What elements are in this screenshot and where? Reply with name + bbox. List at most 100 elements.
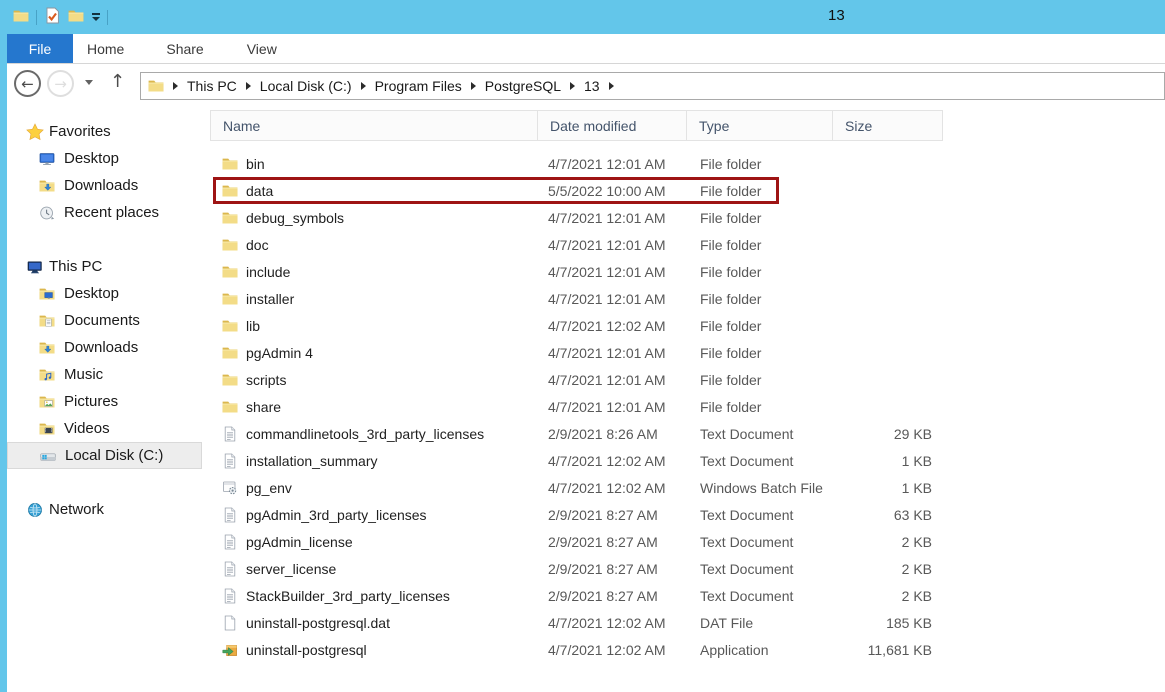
sidebar-item-pictures[interactable]: Pictures xyxy=(7,388,202,415)
cell-name: commandlinetools_3rd_party_licenses xyxy=(203,426,538,442)
tab-home[interactable]: Home xyxy=(87,34,124,63)
application-icon xyxy=(222,642,238,658)
table-row[interactable]: uninstall-postgresql.dat4/7/2021 12:02 A… xyxy=(203,609,1165,636)
cell-date-modified: 4/7/2021 12:01 AM xyxy=(538,156,687,172)
table-row[interactable]: include4/7/2021 12:01 AMFile folder xyxy=(203,258,1165,285)
sidebar-group-favorites[interactable]: Favorites xyxy=(7,118,202,145)
sidebar-item-label: Videos xyxy=(64,420,110,437)
sidebar-item-music[interactable]: Music xyxy=(7,361,202,388)
tab-file[interactable]: File xyxy=(7,34,73,63)
sidebar-item-desktop[interactable]: Desktop xyxy=(7,145,202,172)
cell-date-modified: 2/9/2021 8:27 AM xyxy=(538,561,687,577)
breadcrumb-separator-icon[interactable] xyxy=(471,82,476,90)
new-folder-button[interactable] xyxy=(64,3,88,31)
file-name: debug_symbols xyxy=(246,210,344,226)
folder-icon xyxy=(222,210,238,226)
cell-date-modified: 2/9/2021 8:27 AM xyxy=(538,534,687,550)
explorer-window: 13 File Home Share View ← → ↑ This PC Loc… xyxy=(0,0,1165,692)
breadcrumb-segment[interactable]: This PC xyxy=(187,78,237,94)
table-row[interactable]: scripts4/7/2021 12:01 AMFile folder xyxy=(203,366,1165,393)
breadcrumb-separator-icon[interactable] xyxy=(173,82,178,90)
qat-customize-button[interactable] xyxy=(88,3,104,31)
forward-button[interactable]: → xyxy=(47,70,74,97)
table-row[interactable]: installer4/7/2021 12:01 AMFile folder xyxy=(203,285,1165,312)
cell-date-modified: 4/7/2021 12:02 AM xyxy=(538,453,687,469)
cell-name: pgAdmin_3rd_party_licenses xyxy=(203,507,538,523)
cell-date-modified: 2/9/2021 8:27 AM xyxy=(538,588,687,604)
sidebar-item-label: Downloads xyxy=(64,339,138,356)
table-row[interactable]: doc4/7/2021 12:01 AMFile folder xyxy=(203,231,1165,258)
up-button[interactable]: ↑ xyxy=(110,71,125,92)
breadcrumb-segment[interactable]: 13 xyxy=(584,78,600,94)
folder-videos-icon xyxy=(37,420,56,438)
file-name: include xyxy=(246,264,290,280)
back-button[interactable]: ← xyxy=(14,70,41,97)
table-row[interactable]: pgAdmin_3rd_party_licenses2/9/2021 8:27 … xyxy=(203,501,1165,528)
cell-type: File folder xyxy=(687,210,833,226)
table-row[interactable]: pgAdmin 44/7/2021 12:01 AMFile folder xyxy=(203,339,1165,366)
chevron-down-icon xyxy=(92,17,100,21)
cell-type: File folder xyxy=(687,345,833,361)
sidebar-item-desktop[interactable]: Desktop xyxy=(7,280,202,307)
breadcrumb-separator-icon[interactable] xyxy=(361,82,366,90)
cell-type: Text Document xyxy=(687,507,833,523)
folder-icon xyxy=(222,345,238,361)
table-row[interactable]: debug_symbols4/7/2021 12:01 AMFile folde… xyxy=(203,204,1165,231)
breadcrumb-segment[interactable]: PostgreSQL xyxy=(485,78,561,94)
desktop-icon xyxy=(37,150,56,168)
sidebar-item-downloads[interactable]: Downloads xyxy=(7,334,202,361)
cell-size: 1 KB xyxy=(833,453,932,469)
cell-type: Application xyxy=(687,642,833,658)
sidebar-item-downloads[interactable]: Downloads xyxy=(7,172,202,199)
quick-access-toolbar xyxy=(9,0,111,34)
folder-download-icon xyxy=(37,177,56,195)
tab-view[interactable]: View xyxy=(247,34,277,63)
folder-desktop-icon xyxy=(37,285,56,303)
folder-icon xyxy=(222,156,238,172)
table-row[interactable]: commandlinetools_3rd_party_licenses2/9/2… xyxy=(203,420,1165,447)
table-row[interactable]: share4/7/2021 12:01 AMFile folder xyxy=(203,393,1165,420)
sidebar-item-documents[interactable]: Documents xyxy=(7,307,202,334)
sidebar-item-local-disk-c-[interactable]: Local Disk (C:) xyxy=(7,442,202,469)
table-row[interactable]: StackBuilder_3rd_party_licenses 2/9/2021 … xyxy=(203,582,1165,609)
table-row[interactable]: installation_summary4/7/2021 12:02 AMTex… xyxy=(203,447,1165,474)
titlebar: 13 xyxy=(0,0,1165,34)
table-row[interactable]: pg_env4/7/2021 12:02 AMWindows Batch Fil… xyxy=(203,474,1165,501)
table-row[interactable]: server_license2/9/2021 8:27 AMText Docum… xyxy=(203,555,1165,582)
ribbon-tab-row: File Home Share View xyxy=(7,34,1165,64)
recent-locations-caret-icon[interactable] xyxy=(85,80,93,85)
folder-icon xyxy=(222,291,238,307)
breadcrumb-segment[interactable]: Local Disk (C:) xyxy=(260,78,352,94)
breadcrumb-segment[interactable]: Program Files xyxy=(375,78,462,94)
cell-size: 2 KB xyxy=(833,588,932,604)
table-row[interactable]: uninstall-postgresql4/7/2021 12:02 AMApp… xyxy=(203,636,1165,663)
column-header-type[interactable]: Type xyxy=(687,111,833,140)
sidebar-group-network[interactable]: Network xyxy=(7,496,202,523)
column-header-name[interactable]: Name xyxy=(211,111,538,140)
explorer-button[interactable] xyxy=(9,3,33,31)
file-name: lib xyxy=(246,318,260,334)
folder-icon xyxy=(222,318,238,334)
sidebar-item-videos[interactable]: Videos xyxy=(7,415,202,442)
sidebar-spacer xyxy=(7,469,202,496)
tab-share[interactable]: Share xyxy=(166,34,203,63)
cell-type: File folder xyxy=(687,399,833,415)
drive-icon xyxy=(38,447,57,465)
computer-icon xyxy=(25,258,44,276)
cell-size: 2 KB xyxy=(833,534,932,550)
file-name: StackBuilder_3rd_party_licenses xyxy=(246,588,450,604)
column-header-size[interactable]: Size xyxy=(833,111,942,140)
sidebar-item-recent-places[interactable]: Recent places xyxy=(7,199,202,226)
breadcrumb-separator-icon[interactable] xyxy=(609,82,614,90)
address-bar[interactable]: This PC Local Disk (C:) Program Files Postg… xyxy=(140,72,1165,100)
table-row[interactable]: pgAdmin_license2/9/2021 8:27 AMText Docu… xyxy=(203,528,1165,555)
breadcrumb-separator-icon[interactable] xyxy=(570,82,575,90)
column-header-date-modified[interactable]: Date modified xyxy=(538,111,687,140)
breadcrumb-separator-icon[interactable] xyxy=(246,82,251,90)
sidebar-item-label: Documents xyxy=(64,312,140,329)
table-row[interactable]: bin4/7/2021 12:01 AMFile folder xyxy=(203,150,1165,177)
properties-button[interactable] xyxy=(40,3,64,31)
window-left-border xyxy=(0,34,7,692)
sidebar-group-this-pc[interactable]: This PC xyxy=(7,253,202,280)
table-row[interactable]: lib4/7/2021 12:02 AMFile folder xyxy=(203,312,1165,339)
